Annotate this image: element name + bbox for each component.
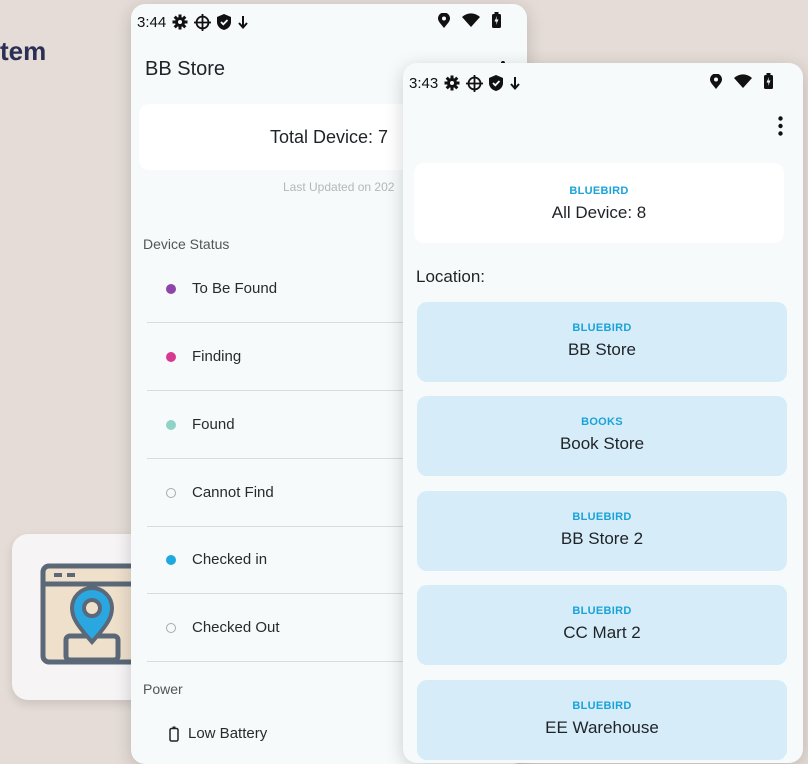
location-pin-icon [438,12,450,32]
battery-charging-icon [764,73,773,93]
download-icon [237,15,249,29]
status-dot [166,487,176,498]
location-pin-icon [710,73,722,93]
download-icon [509,76,521,90]
location-name: BB Store [567,340,637,359]
status-label: Checked Out [192,619,280,636]
location-tag: BOOKS [581,416,623,428]
shield-icon [489,75,504,91]
status-label: To Be Found [192,280,278,297]
status-label: Finding [192,348,242,365]
location-name: Book Store [559,434,645,453]
status-time: 3:44 [137,13,167,31]
device-locator-app-icon [40,563,144,665]
power-heading: Power [143,681,183,697]
location-tag: BLUEBIRD [572,700,632,712]
status-dot [166,554,176,565]
settings-gear-icon [172,14,188,30]
all-device-card[interactable]: BLUEBIRD All Device: 8 [414,163,784,243]
store-title: BB Store [145,58,226,80]
location-heading: Location: [416,267,485,286]
status-dot [166,283,176,294]
all-device-tag: BLUEBIRD [569,185,629,197]
device-status-heading: Device Status [143,236,230,252]
status-time: 3:43 [409,74,439,92]
battery-charging-icon [492,12,501,32]
wifi-icon [734,74,752,92]
status-bar: 3:44 [131,4,527,40]
status-label: Checked in [192,551,268,568]
status-dot [166,419,176,430]
power-item-label: Low Battery [188,725,268,742]
crosshair-icon [194,13,212,31]
total-device-label: Total Device: 7 [269,126,389,147]
location-name: EE Warehouse [545,718,659,737]
status-dot [166,351,176,362]
location-tag: BLUEBIRD [572,511,632,523]
background-title: tem [0,36,47,66]
status-dot [166,622,176,633]
location-tag: BLUEBIRD [572,322,632,334]
location-card-cc-mart-2[interactable]: BLUEBIRD CC Mart 2 [417,585,787,665]
status-label: Found [192,416,235,433]
location-card-bb-store-2[interactable]: BLUEBIRD BB Store 2 [417,491,787,571]
front-phone-screen: 3:43 BLUEBIRD All Device: 8 Location: BL… [403,63,803,763]
all-device-label: All Device: 8 [551,203,647,222]
battery-icon [169,726,179,742]
shield-icon [217,14,232,30]
crosshair-icon [466,74,484,92]
location-card-bb-store[interactable]: BLUEBIRD BB Store [417,302,787,382]
status-label: Cannot Find [192,484,274,501]
location-name: CC Mart 2 [563,623,641,642]
more-options-icon[interactable] [778,116,783,141]
wifi-icon [462,13,480,31]
power-item-low-battery[interactable]: Low Battery [169,725,267,742]
status-bar: 3:43 [403,65,803,101]
location-tag: BLUEBIRD [572,605,632,617]
last-updated-text: Last Updated on 202 [283,180,395,194]
settings-gear-icon [444,75,460,91]
location-card-ee-warehouse[interactable]: BLUEBIRD EE Warehouse [417,680,787,760]
location-name: BB Store 2 [560,529,644,548]
location-card-book-store[interactable]: BOOKS Book Store [417,396,787,476]
